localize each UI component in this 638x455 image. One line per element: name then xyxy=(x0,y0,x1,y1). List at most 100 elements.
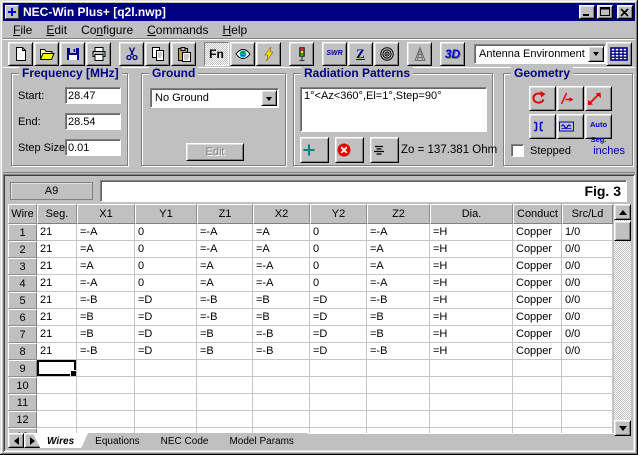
sheet-tab-nec-code[interactable]: NEC Code xyxy=(147,433,223,448)
grid-cell[interactable]: =-B xyxy=(253,343,310,360)
grid-cell[interactable] xyxy=(135,394,197,411)
grid-cell[interactable] xyxy=(430,360,513,377)
column-header[interactable]: Y2 xyxy=(310,204,367,224)
grid-cell[interactable]: =D xyxy=(135,343,197,360)
grid-cell[interactable] xyxy=(37,377,77,394)
run-nec-button[interactable] xyxy=(256,42,281,66)
grid-cell[interactable]: =H xyxy=(430,275,513,292)
grid-cell[interactable]: =A xyxy=(367,241,430,258)
row-header[interactable]: 10 xyxy=(8,377,37,394)
auto-segment-button[interactable]: Auto Seg. xyxy=(585,114,612,139)
row-header[interactable]: 4 xyxy=(8,275,37,292)
grid-cell[interactable]: =D xyxy=(135,309,197,326)
grid-cell[interactable] xyxy=(253,411,310,428)
title-bar[interactable]: NEC-Win Plus+ [q2l.nwp] xyxy=(3,3,635,21)
grid-cell[interactable]: 1/0 xyxy=(562,224,613,241)
grid-cell[interactable]: =H xyxy=(430,292,513,309)
grid-cell[interactable] xyxy=(135,360,197,377)
active-cell[interactable] xyxy=(37,360,77,377)
grid-cell[interactable]: 21 xyxy=(37,224,77,241)
grid-cell[interactable]: =B xyxy=(253,292,310,309)
grid-cell[interactable]: 0/0 xyxy=(562,292,613,309)
grid-cell[interactable] xyxy=(367,377,430,394)
grid-cell[interactable]: =H xyxy=(430,343,513,360)
grid-cell[interactable]: 0 xyxy=(310,241,367,258)
vertical-scrollbar[interactable] xyxy=(614,204,631,436)
grid-cell[interactable]: 0/0 xyxy=(562,343,613,360)
grid-cell[interactable]: =B xyxy=(197,326,253,343)
grid-cell[interactable]: Copper xyxy=(513,241,562,258)
column-header[interactable]: Conduct xyxy=(513,204,562,224)
grid-cell[interactable]: 21 xyxy=(37,292,77,309)
grid-cell[interactable]: =B xyxy=(253,309,310,326)
grid-cell[interactable]: Copper xyxy=(513,309,562,326)
grid-cell[interactable]: =-B xyxy=(367,343,430,360)
grid-cell[interactable] xyxy=(367,360,430,377)
grid-cell[interactable]: =-A xyxy=(253,258,310,275)
diagonal-arrow-button[interactable] xyxy=(585,86,612,111)
grid-cell[interactable]: =-B xyxy=(77,292,135,309)
grid-cell[interactable]: =A xyxy=(77,258,135,275)
grid-cell[interactable]: =D xyxy=(135,326,197,343)
end-connect-button[interactable] xyxy=(529,114,556,139)
stepped-checkbox[interactable] xyxy=(511,144,524,157)
sheet-tab-wires[interactable]: Wires xyxy=(33,433,88,448)
view-antenna-button[interactable] xyxy=(230,42,255,66)
grid-cell[interactable] xyxy=(197,411,253,428)
grid-cell[interactable]: =B xyxy=(367,309,430,326)
grid-cell[interactable]: 21 xyxy=(37,326,77,343)
grid-cell[interactable]: 0 xyxy=(310,224,367,241)
row-header[interactable]: 6 xyxy=(8,309,37,326)
pattern-listbox[interactable]: 1°<Az<360°,El=1°,Step=90° xyxy=(300,87,487,132)
grid-cell[interactable]: 0/0 xyxy=(562,241,613,258)
grid-cell[interactable] xyxy=(37,394,77,411)
grid-cell[interactable]: 0/0 xyxy=(562,309,613,326)
grid-cell[interactable]: =D xyxy=(310,292,367,309)
grid-cell[interactable]: =-B xyxy=(197,309,253,326)
grid-cell[interactable]: Copper xyxy=(513,275,562,292)
grid-cell[interactable] xyxy=(310,411,367,428)
swr-plot-button[interactable]: SWR xyxy=(322,42,347,66)
ground-dropdown[interactable]: No Ground xyxy=(150,88,279,108)
grid-cell[interactable]: =A xyxy=(367,258,430,275)
row-header[interactable]: 11 xyxy=(8,394,37,411)
fn-equations-button[interactable]: Fn xyxy=(204,42,229,66)
column-header[interactable]: Z2 xyxy=(367,204,430,224)
grid-cell[interactable] xyxy=(310,360,367,377)
print-button[interactable] xyxy=(86,42,111,66)
formula-bar[interactable]: Fig. 3 xyxy=(100,180,627,202)
grid-cell[interactable]: Copper xyxy=(513,258,562,275)
grid-cell[interactable]: =B xyxy=(367,326,430,343)
grid-cell[interactable]: =H xyxy=(430,309,513,326)
menu-item[interactable]: Commands xyxy=(140,22,215,38)
grid-cell[interactable] xyxy=(430,411,513,428)
grid-cell[interactable]: =B xyxy=(197,343,253,360)
column-header[interactable]: Y1 xyxy=(135,204,197,224)
grid-cell[interactable]: =-A xyxy=(197,241,253,258)
grid-cell[interactable]: Copper xyxy=(513,343,562,360)
column-header[interactable]: Src/Ld xyxy=(562,204,613,224)
grid-cell[interactable] xyxy=(562,377,613,394)
grid-cell[interactable]: =H xyxy=(430,241,513,258)
3d-view-button[interactable]: 3D xyxy=(440,42,465,66)
ground-edit-button[interactable]: Edit xyxy=(186,143,244,161)
environment-dropdown[interactable]: Antenna Environment xyxy=(474,44,606,64)
menu-item[interactable]: Configure xyxy=(74,22,140,38)
grid-cell[interactable] xyxy=(367,394,430,411)
tab-scroll-left-button[interactable] xyxy=(8,433,24,448)
grid-cell[interactable] xyxy=(562,394,613,411)
start-frequency-input[interactable] xyxy=(65,87,121,104)
grid-cell[interactable] xyxy=(430,377,513,394)
maximize-button[interactable] xyxy=(597,5,613,19)
polar-pattern-button[interactable] xyxy=(374,42,399,66)
grid-cell[interactable]: Copper xyxy=(513,292,562,309)
column-header[interactable]: X2 xyxy=(253,204,310,224)
grid-cell[interactable]: =H xyxy=(430,326,513,343)
grid-cell[interactable] xyxy=(253,377,310,394)
grid-cell[interactable]: =D xyxy=(310,309,367,326)
sheet-tab-model-params[interactable]: Model Params xyxy=(215,433,307,448)
grid-cell[interactable] xyxy=(135,411,197,428)
grid-cell[interactable] xyxy=(37,411,77,428)
row-header[interactable]: 2 xyxy=(8,241,37,258)
grid-cell[interactable]: =B xyxy=(77,326,135,343)
